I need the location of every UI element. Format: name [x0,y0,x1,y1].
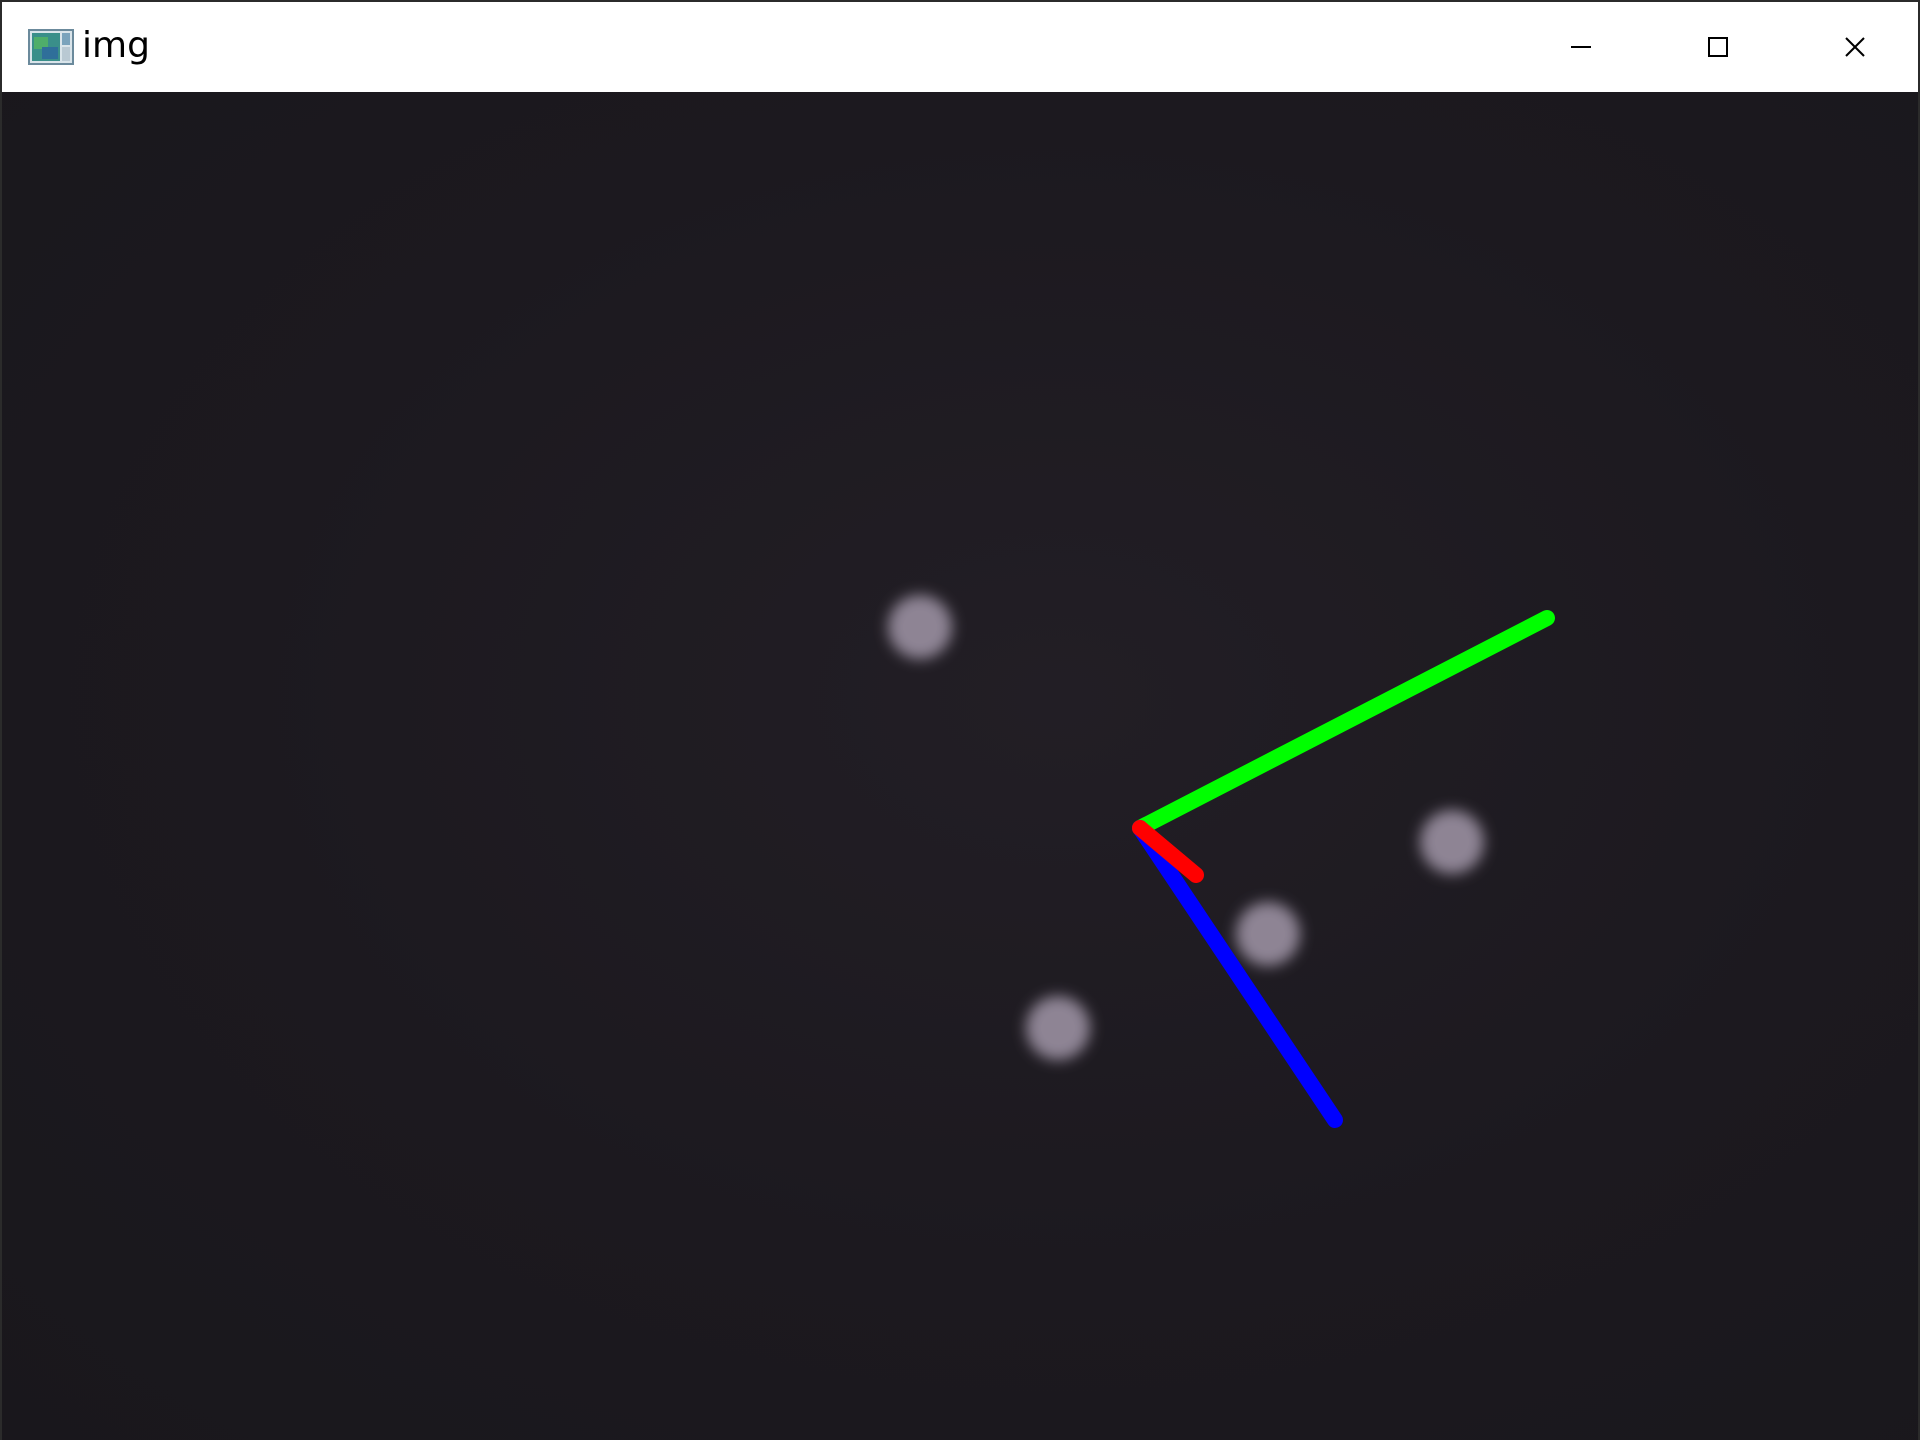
marker-dot [1420,810,1484,874]
title-bar[interactable]: img [2,2,1918,92]
pose-axes [1132,610,1555,1128]
marker-dot [1026,996,1090,1060]
maximize-icon [1706,35,1730,59]
close-button[interactable] [1786,2,1920,92]
scene-svg [888,595,1555,1128]
close-icon [1843,35,1867,59]
image-canvas [2,92,1918,1440]
minimize-icon [1569,35,1593,59]
marker-dot [888,595,952,659]
image-window: img [0,0,1920,1440]
minimize-button[interactable] [1512,2,1649,92]
markers-group [888,595,1484,1060]
axis-y-line [1132,610,1555,836]
axis-z-line [1132,820,1343,1128]
image-window-icon [28,29,74,65]
marker-dot [1236,902,1300,966]
window-title: img [82,25,150,66]
maximize-button[interactable] [1649,2,1786,92]
